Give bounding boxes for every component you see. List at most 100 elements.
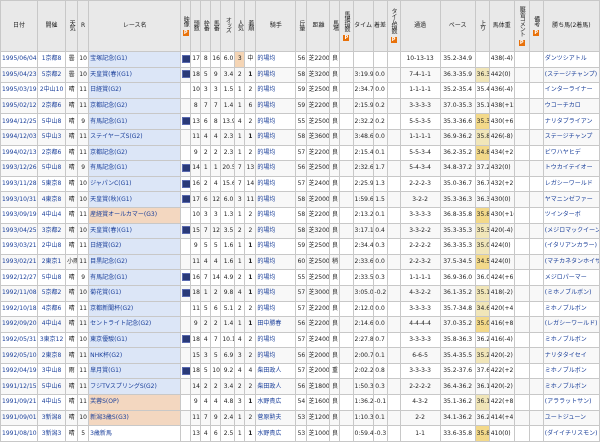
- race-name-cell[interactable]: 3歳新馬: [88, 425, 182, 442]
- jockey-link[interactable]: 的場均: [257, 180, 275, 187]
- jockey-link[interactable]: 的場均: [257, 258, 275, 265]
- header-weight[interactable]: 斤量: [295, 0, 308, 52]
- winner-cell[interactable]: インターライナー: [542, 82, 600, 99]
- winner-link[interactable]: ダンツシアトル: [545, 55, 587, 62]
- winner-cell[interactable]: (マチカネタンホイザ): [542, 253, 600, 271]
- winner-link[interactable]: (レガシーワールド): [545, 320, 598, 327]
- venue-cell[interactable]: 2京都6: [37, 144, 67, 162]
- jockey-cell[interactable]: 的場均: [255, 347, 297, 364]
- winner-cell[interactable]: ビワハヤヒデ: [542, 144, 600, 162]
- winner-link[interactable]: ミホノブルボン: [545, 383, 587, 390]
- venue-link[interactable]: 5中山8: [42, 164, 62, 171]
- winner-link[interactable]: ミホノブルボン: [545, 336, 587, 343]
- header-passing[interactable]: 通過: [399, 0, 441, 52]
- header-track[interactable]: 馬場: [329, 0, 341, 52]
- race-date-cell[interactable]: 1993/02/21: [0, 253, 39, 271]
- winner-link[interactable]: ナリタブライアン: [545, 118, 593, 125]
- jockey-cell[interactable]: 柴田政人: [255, 378, 297, 396]
- jockey-cell[interactable]: 的場均: [255, 222, 297, 240]
- race-date-cell[interactable]: 1992/05/10: [0, 347, 39, 364]
- header-pace[interactable]: ペース: [439, 0, 476, 52]
- winner-cell[interactable]: (ステージチャンプ): [542, 66, 600, 84]
- venue-link[interactable]: 1京都8: [42, 55, 62, 62]
- race-date-cell[interactable]: 1993/03/21: [0, 238, 39, 255]
- race-name-link[interactable]: セントライト記念(G2): [90, 320, 151, 327]
- jockey-link[interactable]: 的場均: [257, 211, 275, 218]
- jockey-cell[interactable]: 的場均: [255, 113, 297, 130]
- venue-link[interactable]: 2京都6: [42, 102, 62, 109]
- jockey-cell[interactable]: 田中勝春: [255, 316, 297, 333]
- race-name-cell[interactable]: 天皇賞(秋)(G1): [88, 191, 182, 208]
- venue-cell[interactable]: 2東京1: [37, 253, 67, 271]
- winner-link[interactable]: ステージチャンプ: [545, 133, 593, 140]
- winner-cell[interactable]: メジロパーマー: [542, 269, 600, 286]
- winner-cell[interactable]: (アララットサン): [542, 394, 600, 411]
- race-date-link[interactable]: 1993/09/19: [2, 211, 37, 218]
- jockey-cell[interactable]: 水野貴広: [255, 394, 297, 411]
- race-name-link[interactable]: 有馬記念(G1): [90, 164, 127, 171]
- jockey-link[interactable]: 水野貴広: [257, 430, 281, 437]
- jockey-cell[interactable]: 柴田政人: [255, 362, 297, 380]
- video-icon[interactable]: [182, 195, 190, 204]
- venue-link[interactable]: 2東京1: [42, 258, 62, 265]
- video-icon[interactable]: [182, 117, 190, 126]
- winner-link[interactable]: レガシーワールド: [545, 180, 593, 187]
- winner-link[interactable]: (アララットサン): [545, 398, 592, 405]
- venue-cell[interactable]: 4東京8: [37, 191, 67, 208]
- jockey-cell[interactable]: 的場均: [255, 66, 297, 84]
- winner-link[interactable]: インターライナー: [545, 86, 593, 93]
- winner-link[interactable]: (ミホノブルボン): [545, 289, 592, 296]
- venue-link[interactable]: 4京都6: [42, 305, 62, 312]
- venue-cell[interactable]: 3中山8: [37, 362, 67, 380]
- race-date-cell[interactable]: 1994/12/03: [0, 128, 39, 146]
- venue-cell[interactable]: 4中山4: [37, 316, 67, 333]
- winner-cell[interactable]: (ミホノブルボン): [542, 284, 600, 302]
- race-date-cell[interactable]: 1991/08/10: [0, 425, 39, 442]
- jockey-link[interactable]: 的場均: [257, 242, 275, 249]
- jockey-link[interactable]: 的場均: [257, 133, 275, 140]
- venue-link[interactable]: 3新潟8: [42, 414, 62, 421]
- venue-link[interactable]: 5中山8: [42, 274, 62, 281]
- race-name-link[interactable]: 有馬記念(G1): [90, 118, 127, 125]
- race-date-link[interactable]: 1991/12/15: [2, 383, 37, 390]
- race-date-link[interactable]: 1994/12/03: [2, 133, 37, 140]
- winner-link[interactable]: ナリタタイセイ: [545, 352, 587, 359]
- winner-link[interactable]: ミホノブルボン: [545, 305, 587, 312]
- race-date-cell[interactable]: 1992/04/19: [0, 362, 39, 380]
- venue-cell[interactable]: 3京都2: [37, 222, 67, 240]
- winner-cell[interactable]: レガシーワールド: [542, 175, 600, 193]
- header-field-size[interactable]: 頭数: [190, 0, 202, 52]
- race-name-link[interactable]: 京都記念(G2): [90, 149, 127, 156]
- header-popularity[interactable]: 人気: [234, 0, 246, 52]
- video-icon[interactable]: [182, 226, 190, 235]
- winner-link[interactable]: ミホノブルボン: [545, 367, 587, 374]
- winner-cell[interactable]: ユートジューン: [542, 409, 600, 427]
- race-name-link[interactable]: フジTVスプリングS(G2): [90, 383, 157, 390]
- venue-link[interactable]: 2京都6: [42, 149, 62, 156]
- venue-cell[interactable]: 3東京12: [37, 331, 67, 349]
- race-name-cell[interactable]: 京都記念(G2): [88, 144, 182, 162]
- race-name-link[interactable]: 皐月賞(G1): [90, 367, 121, 374]
- race-date-link[interactable]: 1992/12/27: [2, 274, 37, 281]
- winner-link[interactable]: トウカイテイオー: [545, 164, 593, 171]
- race-name-link[interactable]: 3歳新馬: [90, 430, 112, 437]
- header-jockey[interactable]: 騎手: [255, 0, 297, 52]
- winner-link[interactable]: ツインターボ: [545, 211, 581, 218]
- race-date-cell[interactable]: 1992/11/08: [0, 284, 39, 302]
- venue-link[interactable]: 2東京8: [42, 352, 62, 359]
- race-date-cell[interactable]: 1995/04/23: [0, 66, 39, 84]
- race-name-link[interactable]: 新潟3歳S(G3): [90, 414, 129, 421]
- header-finish[interactable]: 着順: [244, 0, 257, 52]
- venue-cell[interactable]: 5中山8: [37, 160, 67, 177]
- winner-cell[interactable]: ステージチャンプ: [542, 128, 600, 146]
- jockey-link[interactable]: 的場均: [257, 289, 275, 296]
- race-name-link[interactable]: NHK杯(G2): [90, 352, 122, 359]
- venue-cell[interactable]: 2東京8: [37, 347, 67, 364]
- race-date-link[interactable]: 1994/02/13: [2, 149, 37, 156]
- header-winner[interactable]: 勝ち馬(2着馬): [542, 0, 600, 52]
- video-icon[interactable]: [182, 70, 190, 79]
- race-date-link[interactable]: 1991/09/01: [2, 414, 37, 421]
- video-icon[interactable]: [182, 54, 190, 63]
- winner-cell[interactable]: ツインターボ: [542, 206, 600, 224]
- venue-cell[interactable]: 5中山3: [37, 128, 67, 146]
